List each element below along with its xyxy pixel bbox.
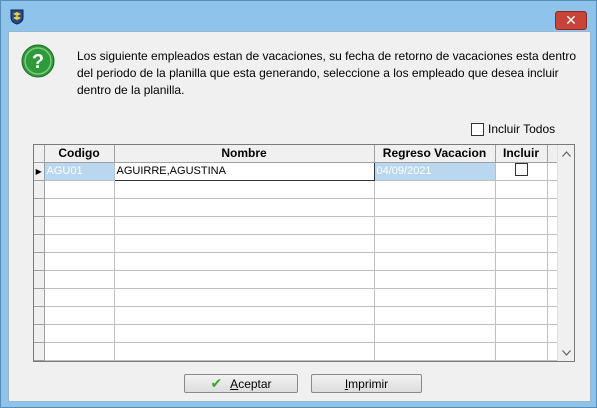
empty-cell[interactable] — [114, 180, 375, 199]
empty-cell[interactable] — [44, 216, 115, 235]
scroll-up-icon[interactable] — [558, 145, 575, 162]
empty-cell[interactable] — [374, 252, 496, 271]
empty-cell[interactable] — [495, 342, 548, 361]
column-header-incluir[interactable]: Incluir — [495, 145, 548, 163]
row-indicator — [34, 216, 45, 235]
empty-cell[interactable] — [374, 216, 496, 235]
empty-cell[interactable] — [114, 306, 375, 325]
empty-cell[interactable] — [495, 252, 548, 271]
empty-cell[interactable] — [495, 216, 548, 235]
empty-cell[interactable] — [374, 270, 496, 289]
cell-codigo[interactable]: AGU01 — [44, 162, 115, 181]
close-button[interactable]: ✕ — [555, 11, 587, 30]
aceptar-label: Aceptar — [230, 377, 271, 391]
table-row[interactable] — [34, 342, 558, 361]
empty-cell[interactable] — [495, 234, 548, 253]
row-indicator — [34, 306, 45, 325]
table-row[interactable] — [34, 252, 558, 271]
empty-cell[interactable] — [44, 180, 115, 199]
table-row[interactable]: ▶ AGU01 AGUIRRE,AGUSTINA 04/09/2021 — [34, 161, 558, 181]
aceptar-rest: ceptar — [238, 376, 272, 391]
cell-regreso[interactable]: 04/09/2021 — [374, 162, 496, 181]
table-row[interactable] — [34, 180, 558, 199]
aceptar-accel: A — [230, 376, 239, 391]
empty-cell[interactable] — [495, 324, 548, 343]
empty-cell[interactable] — [114, 252, 375, 271]
table-row[interactable] — [34, 288, 558, 307]
question-glyph: ? — [32, 51, 44, 73]
empty-cell[interactable] — [374, 198, 496, 217]
current-row-arrow-icon: ▶ — [34, 162, 45, 181]
imprimir-rest: mprimir — [348, 376, 389, 391]
empty-cell[interactable] — [495, 306, 548, 325]
dialog-body: ? Los siguiente empleados estan de vacac… — [8, 31, 591, 402]
close-icon: ✕ — [565, 12, 577, 29]
empty-cell[interactable] — [374, 180, 496, 199]
empty-cell[interactable] — [374, 288, 496, 307]
grid-table-area: Codigo Nombre Regreso Vacacion Incluir ▶… — [34, 145, 558, 361]
app-icon — [10, 9, 24, 25]
table-row[interactable] — [34, 216, 558, 235]
vertical-scrollbar[interactable] — [557, 145, 574, 361]
empty-cell[interactable] — [44, 342, 115, 361]
scroll-down-icon[interactable] — [558, 344, 575, 361]
empty-cell[interactable] — [44, 306, 115, 325]
empty-cell[interactable] — [114, 216, 375, 235]
column-header-regreso[interactable]: Regreso Vacacion — [374, 145, 496, 163]
checkmark-icon: ✔ — [210, 375, 223, 392]
row-indicator — [34, 324, 45, 343]
employees-table: Codigo Nombre Regreso Vacacion Incluir ▶… — [34, 145, 558, 361]
column-header-nombre[interactable]: Nombre — [114, 145, 375, 163]
empty-cell[interactable] — [495, 270, 548, 289]
empty-cell[interactable] — [114, 270, 375, 289]
row-indicator — [34, 288, 45, 307]
employees-grid[interactable]: Codigo Nombre Regreso Vacacion Incluir ▶… — [33, 144, 575, 362]
question-mark-icon: ? — [21, 44, 55, 78]
column-header-codigo[interactable]: Codigo — [44, 145, 115, 163]
incluir-checkbox[interactable] — [514, 163, 528, 176]
incluir-todos-box[interactable] — [471, 122, 484, 136]
table-row[interactable] — [34, 234, 558, 253]
empty-cell[interactable] — [44, 270, 115, 289]
title-bar[interactable]: ✕ — [1, 1, 596, 31]
table-row[interactable] — [34, 270, 558, 289]
row-indicator-header — [34, 145, 45, 163]
table-row[interactable] — [34, 198, 558, 217]
empty-cell[interactable] — [44, 234, 115, 253]
empty-cell[interactable] — [374, 324, 496, 343]
empty-cell[interactable] — [495, 198, 548, 217]
cell-incluir[interactable] — [495, 162, 548, 181]
row-indicator — [34, 252, 45, 271]
incluir-todos-checkbox[interactable]: Incluir Todos — [471, 121, 555, 137]
empty-cell[interactable] — [495, 180, 548, 199]
row-indicator — [34, 234, 45, 253]
cell-nombre[interactable]: AGUIRRE,AGUSTINA — [113, 161, 375, 181]
incluir-todos-label: Incluir Todos — [488, 122, 556, 136]
empty-cell[interactable] — [114, 324, 375, 343]
empty-cell[interactable] — [114, 288, 375, 307]
header-row: Codigo Nombre Regreso Vacacion Incluir — [34, 145, 558, 163]
empty-cell[interactable] — [114, 198, 375, 217]
aceptar-button[interactable]: ✔ Aceptar — [184, 374, 298, 393]
dialog-window: ✕ ? Los siguiente empleados estan de vac… — [0, 0, 597, 408]
empty-cell[interactable] — [44, 198, 115, 217]
vacation-message: Los siguiente empleados estan de vacacio… — [77, 49, 576, 97]
empty-cell[interactable] — [495, 288, 548, 307]
table-row[interactable] — [34, 324, 558, 343]
table-row[interactable] — [34, 306, 558, 325]
empty-cell[interactable] — [44, 288, 115, 307]
empty-cell[interactable] — [44, 252, 115, 271]
empty-cell[interactable] — [114, 342, 375, 361]
row-indicator — [34, 198, 45, 217]
imprimir-label: Imprimir — [345, 377, 388, 391]
row-indicator — [34, 342, 45, 361]
empty-cell[interactable] — [44, 324, 115, 343]
imprimir-button[interactable]: Imprimir — [311, 374, 422, 393]
empty-cell[interactable] — [374, 306, 496, 325]
row-indicator — [34, 180, 45, 199]
empty-cell[interactable] — [374, 342, 496, 361]
empty-cell[interactable] — [114, 234, 375, 253]
empty-cell[interactable] — [374, 234, 496, 253]
row-indicator — [34, 270, 45, 289]
